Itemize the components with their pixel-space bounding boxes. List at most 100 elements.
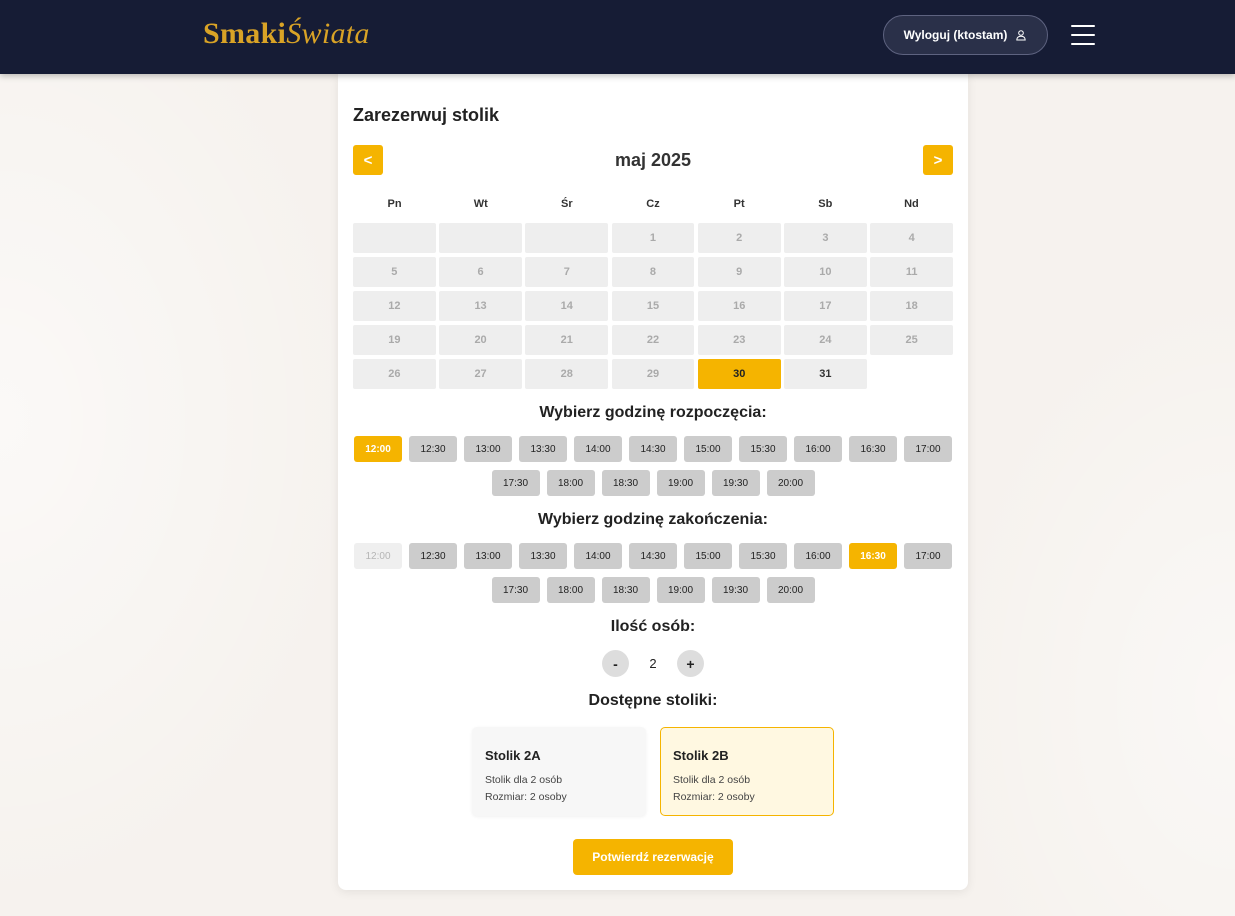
menu-line xyxy=(1071,25,1095,27)
calendar-day: 12 xyxy=(353,291,436,321)
table-size: Rozmiar: 2 osoby xyxy=(673,791,755,803)
site-logo[interactable]: SmakiŚwiata xyxy=(203,17,370,51)
end-time-slot[interactable]: 16:00 xyxy=(794,543,842,569)
start-time-slot[interactable]: 17:00 xyxy=(904,436,952,462)
calendar-day: 24 xyxy=(784,325,867,355)
weekday-header: Pn Wt Śr Cz Pt Sb Nd xyxy=(353,198,953,210)
end-time-slot[interactable]: 12:30 xyxy=(409,543,457,569)
people-count-title: Ilość osób: xyxy=(610,618,696,635)
calendar-day: 8 xyxy=(611,257,695,287)
end-time-slots: 12:00 12:30 13:00 13:30 14:00 14:30 15:00 15:30… xyxy=(353,543,953,603)
start-time-slot[interactable]: 15:30 xyxy=(739,436,787,462)
logo-text-part2: Świata xyxy=(286,17,370,50)
start-time-slot[interactable]: 16:00 xyxy=(794,436,842,462)
start-time-slot[interactable]: 18:00 xyxy=(546,470,595,496)
calendar-blank-cell xyxy=(525,223,609,253)
calendar-day: 29 xyxy=(611,359,695,389)
calendar-day: 21 xyxy=(525,325,609,355)
decrease-people-button[interactable]: - xyxy=(602,650,629,677)
calendar-day: 15 xyxy=(611,291,695,321)
people-counter: - 2 + xyxy=(338,650,968,677)
menu-line xyxy=(1071,34,1095,36)
end-time-title: Wybierz godzinę zakończenia: xyxy=(538,511,768,528)
calendar-day: 23 xyxy=(697,325,781,355)
start-time-slot[interactable]: 17:30 xyxy=(491,470,540,496)
start-time-slot[interactable]: 20:00 xyxy=(766,470,815,496)
end-time-slot[interactable]: 20:00 xyxy=(766,577,815,603)
calendar-day: 18 xyxy=(870,291,953,321)
calendar-day-selected[interactable]: 30 xyxy=(697,359,781,389)
weekday-label: Sb xyxy=(818,198,833,210)
weekday-label: Wt xyxy=(473,198,488,210)
weekday-label: Śr xyxy=(561,198,573,210)
available-tables-title: Dostępne stoliki: xyxy=(588,692,718,709)
calendar-day: 11 xyxy=(870,257,953,287)
end-time-slot[interactable]: 18:00 xyxy=(546,577,595,603)
calendar-day: 10 xyxy=(784,257,867,287)
logout-label: Wyloguj (ktostam) xyxy=(903,28,1008,42)
end-time-slot[interactable]: 17:30 xyxy=(491,577,540,603)
start-time-slot[interactable]: 13:00 xyxy=(464,436,512,462)
table-option-card[interactable]: Stolik 2A Stolik dla 2 osób Rozmiar: 2 oso… xyxy=(472,727,646,816)
calendar-day: 22 xyxy=(611,325,695,355)
calendar-day: 1 xyxy=(611,223,695,253)
calendar-day: 9 xyxy=(697,257,781,287)
start-time-slot[interactable]: 16:30 xyxy=(849,436,897,462)
start-time-slot[interactable]: 12:00 xyxy=(354,436,402,462)
user-icon xyxy=(1016,30,1027,41)
table-size: Rozmiar: 2 osoby xyxy=(485,791,567,803)
start-time-slot[interactable]: 14:00 xyxy=(574,436,622,462)
hamburger-menu-icon[interactable] xyxy=(1071,25,1095,45)
next-month-button[interactable]: > xyxy=(923,145,953,175)
menu-line xyxy=(1071,43,1095,45)
start-time-slot[interactable]: 14:30 xyxy=(629,436,677,462)
weekday-label: Pt xyxy=(733,198,745,210)
start-time-title: Wybierz godzinę rozpoczęcia: xyxy=(539,404,767,421)
table-description: Stolik dla 2 osób xyxy=(673,774,751,786)
table-name: Stolik 2B xyxy=(673,748,729,763)
logout-button[interactable]: Wyloguj (ktostam) xyxy=(883,15,1048,55)
weekday-label: Pn xyxy=(387,198,402,210)
start-time-slot[interactable]: 12:30 xyxy=(409,436,457,462)
end-time-slot[interactable]: 14:00 xyxy=(574,543,622,569)
calendar-day: 7 xyxy=(525,257,609,287)
calendar-blank-cell xyxy=(439,223,522,253)
end-time-slot[interactable]: 13:00 xyxy=(464,543,512,569)
start-time-slot[interactable]: 19:00 xyxy=(656,470,705,496)
end-time-slot[interactable]: 19:00 xyxy=(656,577,705,603)
end-time-slot[interactable]: 18:30 xyxy=(601,577,650,603)
end-time-slot[interactable]: 13:30 xyxy=(519,543,567,569)
increase-people-button[interactable]: + xyxy=(677,650,704,677)
start-time-slot[interactable]: 15:00 xyxy=(684,436,732,462)
confirm-reservation-button[interactable]: Potwierdź rezerwację xyxy=(573,839,733,875)
calendar-day[interactable]: 31 xyxy=(784,359,867,389)
table-description: Stolik dla 2 osób xyxy=(485,774,563,786)
calendar-day: 25 xyxy=(870,325,953,355)
page-title: Zarezerwuj stolik xyxy=(353,105,500,125)
end-time-slot[interactable]: 14:30 xyxy=(629,543,677,569)
weekday-label: Cz xyxy=(646,198,660,210)
calendar-day: 20 xyxy=(439,325,522,355)
calendar-day: 19 xyxy=(353,325,436,355)
start-time-slot[interactable]: 18:30 xyxy=(601,470,650,496)
end-time-slot[interactable]: 15:30 xyxy=(739,543,787,569)
calendar-day: 6 xyxy=(439,257,522,287)
end-time-slot[interactable]: 16:30 xyxy=(849,543,897,569)
reservation-card: Zarezerwuj stolik < maj 2025 > Pn Wt Śr Cz P… xyxy=(338,74,968,890)
calendar-day: 2 xyxy=(697,223,781,253)
start-time-slot[interactable]: 13:30 xyxy=(519,436,567,462)
top-navbar: SmakiŚwiata Wyloguj (ktostam) xyxy=(0,0,1235,74)
calendar-day: 14 xyxy=(525,291,609,321)
start-time-slot[interactable]: 19:30 xyxy=(711,470,760,496)
calendar-day: 5 xyxy=(353,257,436,287)
calendar-day: 16 xyxy=(697,291,781,321)
table-option-card[interactable]: Stolik 2B Stolik dla 2 osób Rozmiar: 2 oso… xyxy=(660,727,834,816)
end-time-slot[interactable]: 19:30 xyxy=(711,577,760,603)
end-time-slot[interactable]: 17:00 xyxy=(904,543,952,569)
calendar-day: 3 xyxy=(784,223,867,253)
end-time-slot: 12:00 xyxy=(354,543,402,569)
calendar-day: 27 xyxy=(439,359,522,389)
end-time-slot[interactable]: 15:00 xyxy=(684,543,732,569)
start-time-slots: 12:00 12:30 13:00 13:30 14:00 14:30 15:00 15:30… xyxy=(353,436,953,496)
table-name: Stolik 2A xyxy=(485,748,541,763)
